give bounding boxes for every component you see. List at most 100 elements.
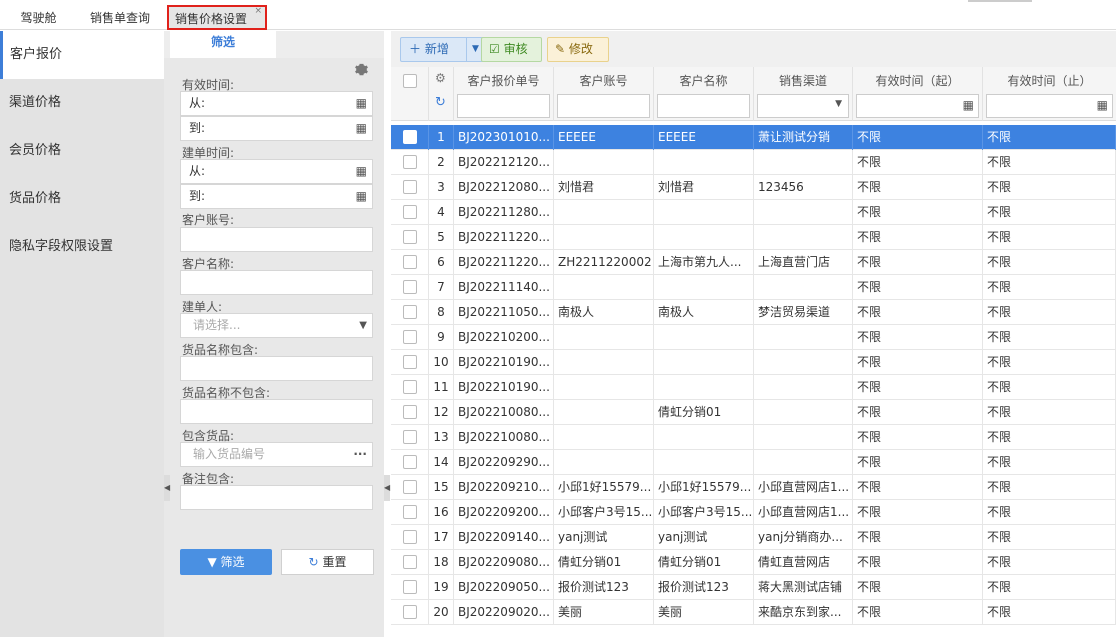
goods-exclude-input[interactable] [180, 399, 373, 424]
sidebar-item-privacy-permissions[interactable]: 隐私字段权限设置 [0, 223, 164, 271]
close-icon[interactable]: × [254, 0, 262, 23]
row-checkbox[interactable] [403, 605, 417, 619]
row-checkbox[interactable] [403, 205, 417, 219]
calendar-icon[interactable]: ▦ [356, 185, 367, 208]
row-checkbox[interactable] [403, 530, 417, 544]
row-checkbox[interactable] [403, 505, 417, 519]
row-checkbox[interactable] [403, 455, 417, 469]
column-header-sales-channel[interactable]: 销售渠道 ▼ [754, 67, 853, 121]
contain-goods-input[interactable]: 输入货品编号 ... [180, 442, 373, 467]
table-row[interactable]: 18 BJ202209080... 倩虹分销01 倩虹分销01 倩虹直营网店 不限 不限 [391, 550, 1116, 575]
gear-icon[interactable] [355, 63, 368, 76]
calendar-icon[interactable]: ▦ [356, 117, 367, 140]
tab-filter[interactable]: 筛选 [170, 31, 276, 58]
row-checkbox[interactable] [403, 130, 417, 144]
column-header-valid-start[interactable]: 有效时间（起） ▦ [853, 67, 983, 121]
row-checkbox[interactable] [403, 580, 417, 594]
table-row[interactable]: 2 BJ202212120... 不限 不限 [391, 150, 1116, 175]
row-checkbox[interactable] [403, 555, 417, 569]
select-all-checkbox[interactable] [403, 74, 417, 88]
remark-input[interactable] [180, 485, 373, 510]
table-row[interactable]: 10 BJ202210190... 不限 不限 [391, 350, 1116, 375]
customer-name-filter-input[interactable] [657, 94, 750, 118]
table-row[interactable]: 15 BJ202209210... 小邱1好15579... 小邱1好15579...… [391, 475, 1116, 500]
row-checkbox[interactable] [403, 280, 417, 294]
row-checkbox[interactable] [403, 355, 417, 369]
table-row[interactable]: 11 BJ202210190... 不限 不限 [391, 375, 1116, 400]
customer-account-filter-input[interactable] [557, 94, 650, 118]
row-checkbox[interactable] [403, 180, 417, 194]
column-header-customer-name[interactable]: 客户名称 [654, 67, 754, 121]
refresh-icon[interactable]: ↻ [435, 95, 446, 110]
filter-button[interactable]: ▼ 筛选 [180, 549, 272, 575]
quote-id-filter-input[interactable] [457, 94, 550, 118]
grid-header: ⚙ ↻ 客户报价单号 客户账号 客户名称 销售渠道 ▼ 有效时间（起） ▦ 有效… [391, 67, 1116, 121]
add-button[interactable]: ＋ 新增 ▼ [400, 37, 489, 62]
chevron-down-icon[interactable]: ▼ [472, 38, 479, 61]
reset-button[interactable]: ↻ 重置 [281, 549, 374, 575]
goods-include-input[interactable] [180, 356, 373, 381]
table-row[interactable]: 5 BJ202211220... 不限 不限 [391, 225, 1116, 250]
quote-id-cell: BJ202209050... [454, 575, 554, 600]
gear-icon[interactable]: ⚙ [435, 71, 446, 85]
sales-channel-filter-select[interactable]: ▼ [757, 94, 849, 118]
sidebar-item-channel-price[interactable]: 渠道价格 [0, 79, 164, 127]
table-row[interactable]: 4 BJ202211280... 不限 不限 [391, 200, 1116, 225]
customer-name-input[interactable] [180, 270, 373, 295]
table-row[interactable]: 3 BJ202212080... 刘惜君 刘惜君 123456 不限 不限 [391, 175, 1116, 200]
row-checkbox[interactable] [403, 480, 417, 494]
collapse-sidebar-handle[interactable]: ◀ [164, 475, 170, 501]
table-row[interactable]: 17 BJ202209140... yanj测试 yanj测试 yanj分销商办... 不… [391, 525, 1116, 550]
valid-end-cell: 不限 [983, 575, 1116, 600]
row-checkbox[interactable] [403, 430, 417, 444]
more-icon[interactable]: ... [353, 440, 367, 463]
valid-end-filter-input[interactable]: ▦ [986, 94, 1113, 118]
column-header-valid-end[interactable]: 有效时间（止） ▦ [983, 67, 1116, 121]
table-row[interactable]: 6 BJ202211220... ZH2211220002 上海市第九人... 上海直营… [391, 250, 1116, 275]
row-checkbox[interactable] [403, 405, 417, 419]
sidebar-item-customer-quote[interactable]: 客户报价 [0, 31, 164, 79]
table-row[interactable]: 16 BJ202209200... 小邱客户3号15... 小邱客户3号15... 小邱… [391, 500, 1116, 525]
sidebar-item-member-price[interactable]: 会员价格 [0, 127, 164, 175]
table-row[interactable]: 14 BJ202209290... 不限 不限 [391, 450, 1116, 475]
calendar-icon[interactable]: ▦ [356, 92, 367, 115]
table-row[interactable]: 9 BJ202210200... 不限 不限 [391, 325, 1116, 350]
row-checkbox[interactable] [403, 305, 417, 319]
table-row[interactable]: 7 BJ202211140... 不限 不限 [391, 275, 1116, 300]
chevron-down-icon[interactable]: ▼ [835, 99, 842, 109]
chevron-down-icon[interactable]: ▼ [359, 314, 367, 337]
calendar-icon[interactable]: ▦ [356, 160, 367, 183]
create-time-to-field[interactable]: 到: ▦ [180, 184, 373, 209]
create-time-from-field[interactable]: 从: ▦ [180, 159, 373, 184]
tabbar-divider [968, 0, 1032, 2]
calendar-icon[interactable]: ▦ [1097, 98, 1108, 112]
quote-id-cell: BJ202210200... [454, 325, 554, 350]
audit-button[interactable]: ☑ 审核 [481, 37, 542, 62]
table-row[interactable]: 19 BJ202209050... 报价测试123 报价测试123 蒋大黑测试店铺 不限不… [391, 575, 1116, 600]
creator-select[interactable]: 请选择... ▼ [180, 313, 373, 338]
calendar-icon[interactable]: ▦ [963, 98, 974, 112]
column-header-quote-id[interactable]: 客户报价单号 [454, 67, 554, 121]
valid-time-from-field[interactable]: 从: ▦ [180, 91, 373, 116]
table-row[interactable]: 20 BJ202209020... 美丽 美丽 来酷京东到家... 不限 不限 [391, 600, 1116, 625]
collapse-filter-handle[interactable]: ◀ [384, 475, 390, 501]
sidebar-item-goods-price[interactable]: 货品价格 [0, 175, 164, 223]
edit-button[interactable]: ✎ 修改 [547, 37, 609, 62]
valid-time-to-field[interactable]: 到: ▦ [180, 116, 373, 141]
tab-cockpit[interactable]: 驾驶舱 [0, 6, 77, 30]
tab-sales-order-query[interactable]: 销售单查询 [77, 6, 163, 30]
customer-account-input[interactable] [180, 227, 373, 252]
table-row[interactable]: 1 BJ202301010... EEEEE EEEEE 萧让测试分销 不限 不限 [391, 125, 1116, 150]
column-header-customer-account[interactable]: 客户账号 [554, 67, 654, 121]
tab-sales-price-settings[interactable]: 销售价格设置 × [167, 5, 267, 30]
row-checkbox[interactable] [403, 255, 417, 269]
row-checkbox[interactable] [403, 380, 417, 394]
row-checkbox[interactable] [403, 230, 417, 244]
table-row[interactable]: 12 BJ202210080... 倩虹分销01 不限 不限 [391, 400, 1116, 425]
row-checkbox[interactable] [403, 330, 417, 344]
row-checkbox[interactable] [403, 155, 417, 169]
table-row[interactable]: 8 BJ202211050... 南极人 南极人 梦洁贸易渠道 不限 不限 [391, 300, 1116, 325]
table-row[interactable]: 13 BJ202210080... 不限 不限 [391, 425, 1116, 450]
audit-button-label: 审核 [503, 42, 528, 56]
valid-start-filter-input[interactable]: ▦ [856, 94, 979, 118]
